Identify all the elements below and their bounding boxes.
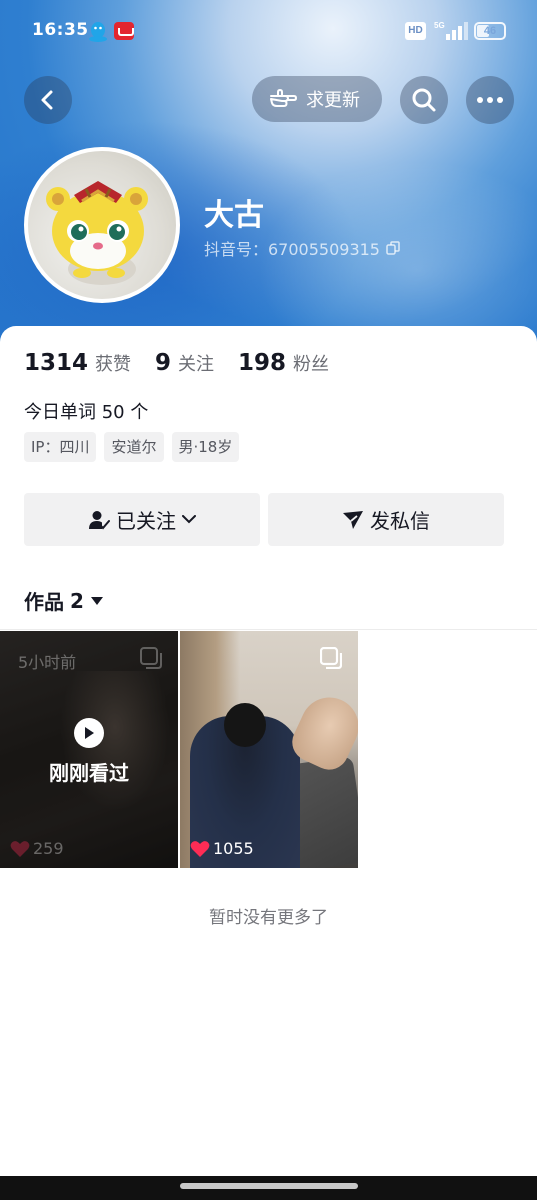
works-count: 2: [70, 588, 84, 613]
bio: 今日单词 50 个: [24, 402, 149, 423]
stat-followers[interactable]: 198 粉丝: [238, 350, 329, 376]
heart-icon: [10, 840, 30, 857]
video-2-likes: 1055: [190, 839, 254, 858]
send-message-label: 发私信: [370, 509, 430, 533]
douyin-id-text: 抖音号：67005509315: [204, 240, 380, 259]
stat-likes-label: 获赞: [95, 354, 132, 375]
profile-card: 1314 获赞 9 关注 198 粉丝 今日单词 50 个 IP：四川 安道尔 …: [0, 326, 537, 1200]
battery-icon: 46: [474, 22, 506, 40]
app-badge-icon: [114, 22, 134, 40]
system-nav-bar: [0, 1176, 537, 1200]
svg-text:5G: 5G: [434, 21, 445, 30]
stats-row: 1314 获赞 9 关注 198 粉丝: [24, 350, 353, 376]
works-divider: [0, 629, 537, 630]
stat-following-label: 关注: [178, 354, 215, 375]
back-arrow-icon: [41, 90, 53, 110]
stat-likes: 1314 获赞: [24, 350, 131, 376]
user-check-icon: [89, 510, 110, 529]
no-more-label: 暂时没有更多了: [209, 908, 328, 928]
search-button[interactable]: [400, 76, 448, 124]
chevron-down-icon: [182, 515, 196, 524]
video-1-likes-count: 259: [33, 839, 64, 858]
multi-image-icon: [140, 647, 162, 669]
send-message-button[interactable]: 发私信: [268, 493, 504, 546]
signal-icon: 5G: [434, 21, 468, 40]
tiger-cartoon-avatar: [46, 181, 148, 285]
heart-icon: [190, 840, 210, 857]
send-icon: [343, 510, 363, 529]
nickname: 大古: [204, 198, 264, 233]
stat-followers-label: 粉丝: [293, 354, 330, 375]
video-thumbnail-2[interactable]: 1055: [180, 631, 358, 868]
home-indicator[interactable]: [180, 1183, 358, 1189]
copy-icon[interactable]: [386, 241, 400, 255]
tag-gender-age: 男·18岁: [171, 432, 240, 462]
followed-label: 已关注: [116, 509, 176, 533]
tags-row: IP：四川 安道尔 男·18岁: [24, 432, 247, 462]
qq-icon: [89, 22, 107, 42]
search-icon: [412, 88, 436, 112]
works-label: 作品: [24, 590, 64, 614]
pointing-hand-icon: [270, 89, 297, 107]
request-update-button[interactable]: 求更新: [252, 76, 382, 122]
works-tab[interactable]: 作品 2: [24, 586, 104, 615]
battery-level-text: 46: [483, 25, 497, 37]
caret-down-icon: [90, 596, 103, 605]
tag-ip: IP：四川: [24, 432, 97, 462]
douyin-id[interactable]: 抖音号：67005509315: [204, 236, 400, 260]
request-update-label: 求更新: [306, 90, 360, 111]
more-button[interactable]: [466, 76, 514, 124]
video-2-likes-count: 1055: [213, 839, 254, 858]
thumbnail-2-head-shape: [224, 703, 266, 747]
tag-location: 安道尔: [104, 432, 164, 462]
multi-image-icon: [320, 647, 342, 669]
hd-icon: HD: [405, 22, 426, 40]
stat-following-value: 9: [155, 350, 172, 376]
stat-following[interactable]: 9 关注: [155, 350, 214, 376]
followed-button[interactable]: 已关注: [24, 493, 260, 546]
back-button[interactable]: [24, 76, 72, 124]
stat-followers-value: 198: [238, 350, 287, 376]
video-thumbnail-1[interactable]: 5小时前 刚刚看过 259: [0, 631, 178, 868]
status-time: 16:35: [32, 20, 89, 40]
stat-likes-value: 1314: [24, 350, 89, 376]
video-1-likes: 259: [10, 839, 64, 858]
more-dots-icon: [477, 97, 503, 103]
just-watched-label: 刚刚看过: [49, 761, 129, 785]
time-ago-label: 5小时前: [18, 653, 77, 672]
avatar[interactable]: [24, 147, 180, 303]
status-bar: 16:35 HD 5G 46: [0, 0, 537, 64]
play-icon: [74, 718, 104, 748]
